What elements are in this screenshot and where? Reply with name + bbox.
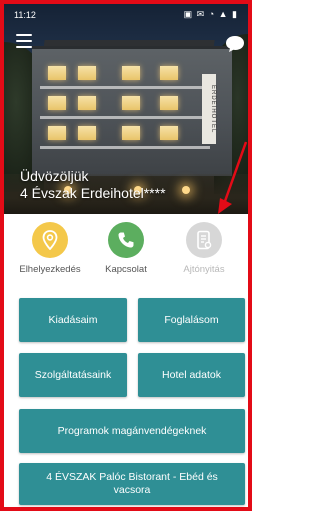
lit-window (160, 126, 178, 140)
lit-window (160, 96, 178, 110)
building-sign: ERDEIHOTEL (202, 74, 216, 144)
lit-window (160, 66, 178, 80)
lit-window (48, 96, 66, 110)
programs-button[interactable]: Programok magánvendégeknek (19, 409, 245, 453)
garden-lamp (182, 186, 190, 194)
lit-window (48, 66, 66, 80)
lit-window (78, 96, 96, 110)
contact-button[interactable]: Kapcsolat (86, 222, 166, 275)
door-open-button[interactable]: Ajtónyitás (164, 222, 244, 275)
contact-label: Kapcsolat (105, 264, 147, 275)
welcome-block: Üdvözöljük 4 Évszak Erdeihotel**** (20, 168, 166, 202)
lit-window (48, 126, 66, 140)
quick-actions-row: Elhelyezkedés Kapcsolat Ajtónyitás (4, 218, 248, 282)
location-button[interactable]: Elhelyezkedés (10, 222, 90, 275)
balcony-railing (40, 86, 210, 89)
lit-window (78, 126, 96, 140)
status-bar: 11:12 ▣ ✉ ◔ ▲ ▮ (4, 4, 248, 26)
lit-window (122, 96, 140, 110)
hotel-info-button[interactable]: Hotel adatok (138, 353, 245, 397)
services-button[interactable]: Szolgáltatásaink (19, 353, 127, 397)
lit-window (122, 126, 140, 140)
booking-button[interactable]: Foglalásom (138, 298, 245, 342)
hotel-name: 4 Évszak Erdeihotel**** (20, 185, 166, 201)
app-bar (4, 26, 248, 60)
location-pin-icon (32, 222, 68, 258)
door-open-label: Ajtónyitás (183, 264, 225, 275)
expenses-button[interactable]: Kiadásaim (19, 298, 127, 342)
bistorant-button[interactable]: 4 ÉVSZAK Palóc Bistorant - Ebéd és vacso… (19, 463, 245, 505)
status-time: 11:12 (14, 10, 36, 20)
location-label: Elhelyezkedés (19, 264, 81, 275)
lit-window (122, 66, 140, 80)
status-icons: ▣ ✉ ◔ ▲ ▮ (183, 9, 238, 19)
phone-icon (108, 222, 144, 258)
balcony-railing (40, 146, 210, 149)
balcony-railing (40, 116, 210, 119)
hamburger-menu-icon[interactable] (16, 34, 32, 48)
door-key-icon (186, 222, 222, 258)
welcome-text: Üdvözöljük (20, 168, 89, 184)
lit-window (78, 66, 96, 80)
chat-bubble-icon[interactable] (224, 34, 246, 54)
